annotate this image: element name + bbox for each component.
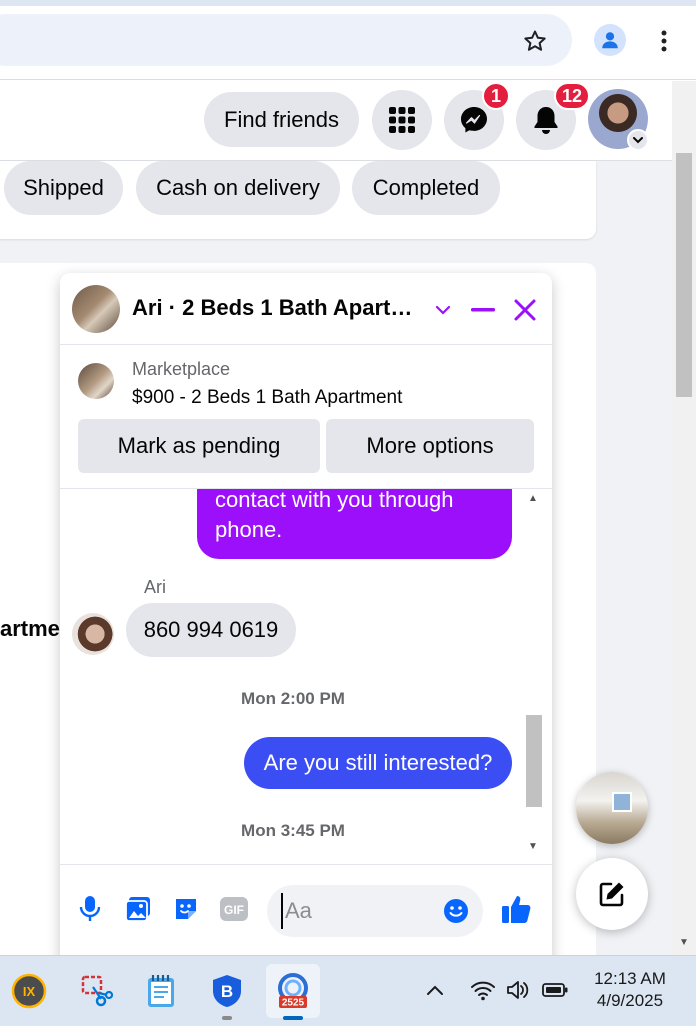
grid-icon (389, 107, 415, 133)
listing-title-partial: artme (0, 616, 60, 641)
message-composer: GIF (60, 864, 552, 963)
outgoing-message[interactable]: Are you still interested? (244, 737, 512, 789)
new-message-button[interactable] (576, 858, 648, 930)
emoji-icon[interactable] (442, 897, 470, 925)
clock-time: 12:13 AM (594, 969, 666, 988)
app-running-indicator (222, 1016, 232, 1020)
chevron-down-icon[interactable] (627, 129, 649, 151)
menu-grid-button[interactable] (372, 90, 432, 150)
system-clock[interactable]: 12:13 AM 4/9/2025 (582, 968, 678, 1012)
scroll-down-arrow-icon[interactable]: ▼ (679, 937, 689, 948)
app-badge-text: 2525 (282, 998, 305, 1009)
more-options-button[interactable]: More options (326, 419, 534, 473)
mark-as-pending-button[interactable]: Mark as pending (78, 419, 320, 473)
page-scrollbar[interactable]: ▼ (672, 81, 696, 955)
message-timestamp: Mon 2:00 PM (241, 689, 345, 708)
message-list[interactable]: contact with you through phone. Ari 860 … (60, 489, 552, 864)
chat-header[interactable]: Ari · 2 Beds 1 Bath Apartm… (60, 273, 552, 345)
marketplace-label: Marketplace (132, 359, 231, 379)
browser-toolbar (0, 0, 696, 80)
messenger-icon (461, 107, 487, 133)
volume-icon[interactable] (505, 976, 533, 1004)
scroll-down-arrow-icon[interactable]: ▼ (528, 841, 538, 852)
tab-strip (0, 0, 696, 6)
chat-head-listing[interactable] (576, 772, 648, 844)
close-icon[interactable] (510, 295, 540, 325)
scroll-up-arrow-icon[interactable]: ▲ (528, 493, 538, 504)
windows-taskbar: IX B 2525 12:13 AM 4/9/2025 (0, 955, 696, 1026)
message-input[interactable] (281, 893, 431, 929)
bell-icon (534, 107, 558, 134)
filter-chip-cash-on-delivery[interactable]: Cash on delivery (136, 161, 340, 215)
messenger-badge: 1 (482, 82, 510, 110)
battery-icon[interactable] (541, 976, 569, 1004)
profile-icon[interactable] (594, 24, 626, 56)
notifications-badge: 12 (554, 82, 591, 110)
listing-title[interactable]: $900 - 2 Beds 1 Bath Apartment (132, 387, 402, 409)
sender-avatar[interactable] (72, 613, 114, 655)
chevron-down-icon[interactable] (428, 295, 458, 325)
sender-name: Ari (144, 577, 166, 597)
chat-window: Ari · 2 Beds 1 Bath Apartm… Marketplace … (60, 273, 552, 963)
bookmark-star-icon[interactable] (518, 24, 552, 58)
microphone-icon[interactable] (74, 893, 106, 925)
message-input-wrapper[interactable] (267, 885, 483, 937)
chat-title[interactable]: Ari · 2 Beds 1 Bath Apartm… (132, 295, 420, 321)
outgoing-message[interactable]: contact with you through phone. (197, 489, 512, 559)
compose-icon (599, 882, 624, 907)
active-app-indicator (283, 1016, 303, 1020)
notepad-icon[interactable] (136, 966, 186, 1016)
message-scrollbar-thumb[interactable] (526, 715, 542, 807)
message-scrollbar[interactable]: ▲ ▼ (524, 489, 544, 864)
incoming-message[interactable]: 860 994 0619 (126, 603, 296, 657)
listing-thumbnail[interactable] (78, 363, 114, 399)
address-bar[interactable] (0, 14, 572, 66)
gif-label: GIF (224, 903, 244, 917)
svg-text:B: B (221, 982, 233, 1001)
active-app-2525-icon[interactable]: 2525 (266, 964, 320, 1018)
scrollbar-thumb[interactable] (676, 153, 692, 397)
marketplace-listing-bar: Marketplace $900 - 2 Beds 1 Bath Apartme… (60, 345, 552, 489)
svg-text:IX: IX (23, 984, 36, 999)
chat-avatar[interactable] (72, 285, 120, 333)
message-timestamp: Mon 3:45 PM (241, 821, 345, 840)
snipping-tool-icon[interactable] (70, 966, 120, 1016)
sticker-icon[interactable] (170, 893, 202, 925)
bitwarden-icon[interactable]: B (202, 966, 252, 1016)
window-image (612, 792, 632, 812)
minimize-icon[interactable] (468, 295, 498, 325)
photo-icon[interactable] (122, 893, 154, 925)
thumbs-up-icon[interactable] (500, 893, 532, 925)
facebook-header: Find friends 1 12 (0, 81, 672, 161)
gif-icon[interactable]: GIF (218, 893, 250, 925)
clock-date: 4/9/2025 (596, 991, 664, 1010)
wifi-icon[interactable] (469, 976, 497, 1004)
messenger-button[interactable]: 1 (444, 82, 510, 150)
find-friends-button[interactable]: Find friends (204, 92, 359, 147)
kebab-menu-icon[interactable] (650, 24, 678, 58)
ixl-app-icon[interactable]: IX (4, 966, 54, 1016)
chevron-up-icon[interactable] (421, 976, 449, 1004)
filter-chip-shipped[interactable]: Shipped (4, 161, 123, 215)
filter-chip-completed[interactable]: Completed (352, 161, 500, 215)
notifications-button[interactable]: 12 (516, 82, 591, 150)
